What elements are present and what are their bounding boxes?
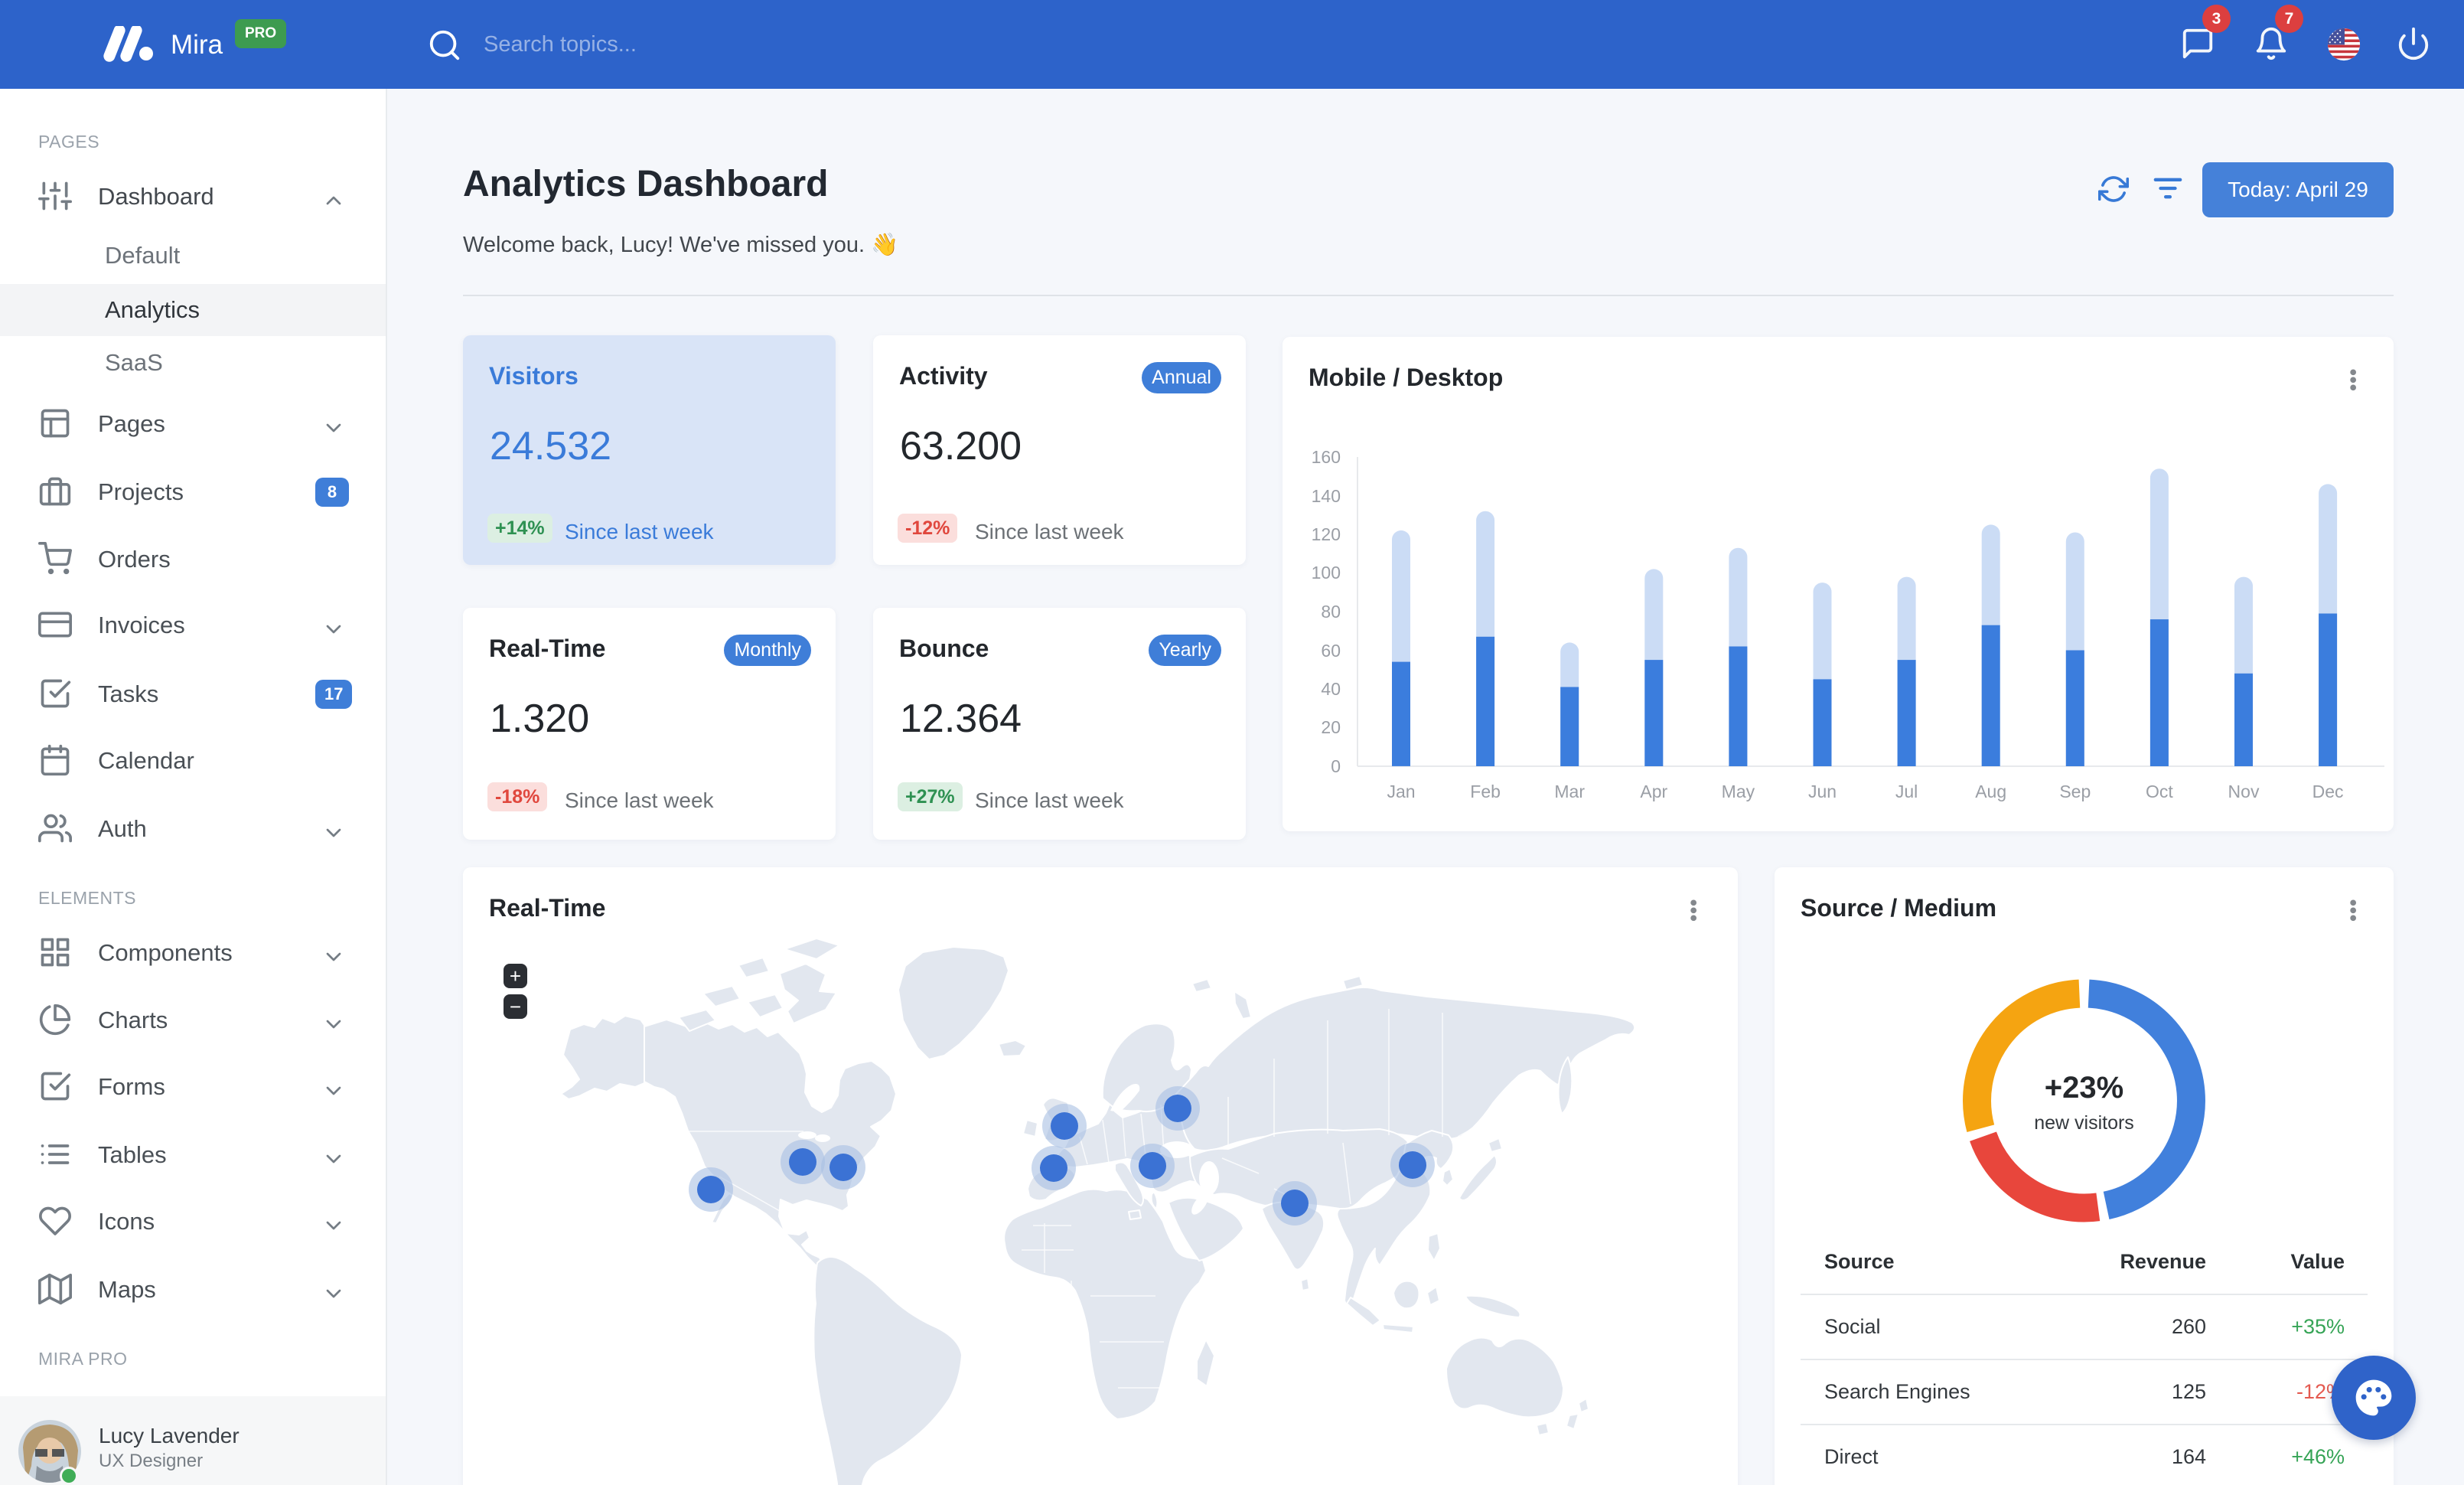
svg-text:Sep: Sep: [2059, 782, 2091, 801]
svg-text:0: 0: [1331, 756, 1341, 776]
svg-text:Jun: Jun: [1808, 782, 1837, 801]
svg-text:Oct: Oct: [2146, 782, 2173, 801]
svg-text:May: May: [1722, 782, 1755, 801]
svg-text:Aug: Aug: [1975, 782, 2006, 801]
svg-text:Jul: Jul: [1895, 782, 1918, 801]
svg-text:120: 120: [1312, 524, 1341, 544]
svg-text:Apr: Apr: [1640, 782, 1667, 801]
svg-text:20: 20: [1321, 717, 1341, 737]
svg-text:Dec: Dec: [2312, 782, 2344, 801]
svg-text:60: 60: [1321, 641, 1341, 661]
svg-text:Feb: Feb: [1470, 782, 1501, 801]
svg-text:80: 80: [1321, 602, 1341, 622]
svg-text:Mar: Mar: [1554, 782, 1585, 801]
svg-text:140: 140: [1312, 486, 1341, 506]
svg-text:100: 100: [1312, 563, 1341, 583]
svg-text:Nov: Nov: [2228, 782, 2260, 801]
svg-text:40: 40: [1321, 679, 1341, 699]
svg-text:160: 160: [1312, 447, 1341, 467]
svg-text:Jan: Jan: [1387, 782, 1415, 801]
